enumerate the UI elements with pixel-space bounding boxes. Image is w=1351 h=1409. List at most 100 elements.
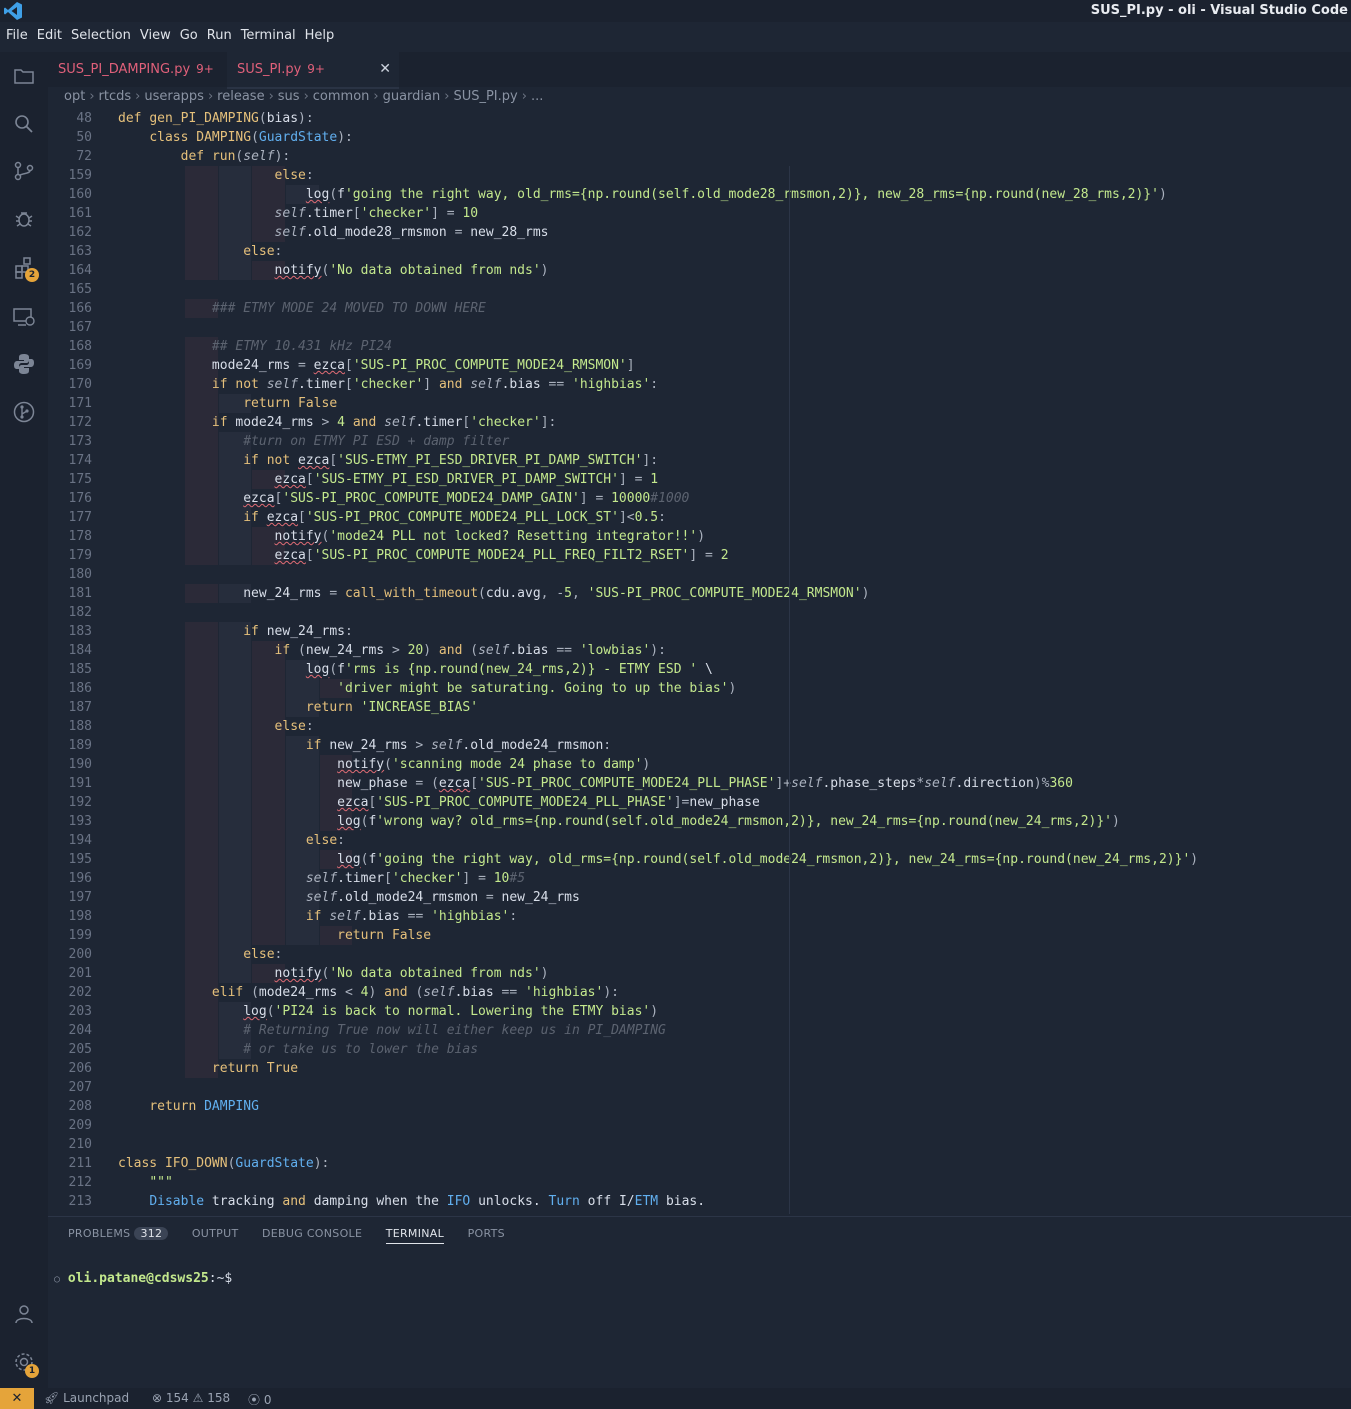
code-line[interactable]: 165 bbox=[48, 280, 1351, 299]
code-line[interactable]: 180 bbox=[48, 565, 1351, 584]
code-line[interactable]: 174 if not ezca['SUS-ETMY_PI_ESD_DRIVER_… bbox=[48, 451, 1351, 470]
code-line[interactable]: 195 log(f'going the right way, old_rms={… bbox=[48, 850, 1351, 869]
code-line[interactable]: 206 return True bbox=[48, 1059, 1351, 1078]
code-line[interactable]: 162 self.old_mode28_rmsmon = new_28_rms bbox=[48, 223, 1351, 242]
tab-output[interactable]: OUTPUT bbox=[192, 1227, 239, 1240]
code-line[interactable]: 186 'driver might be saturating. Going t… bbox=[48, 679, 1351, 698]
code-line[interactable]: 205 # or take us to lower the bias bbox=[48, 1040, 1351, 1059]
tab-debug-console[interactable]: DEBUG CONSOLE bbox=[262, 1227, 362, 1240]
code-line[interactable]: 204 # Returning True now will either kee… bbox=[48, 1021, 1351, 1040]
code-line[interactable]: 182 bbox=[48, 603, 1351, 622]
breadcrumb-item[interactable]: common bbox=[313, 89, 370, 104]
code-line[interactable]: 190 notify('scanning mode 24 phase to da… bbox=[48, 755, 1351, 774]
tab-problems[interactable]: PROBLEMS 312 bbox=[68, 1227, 169, 1240]
code-line[interactable]: 189 if new_24_rms > self.old_mode24_rmsm… bbox=[48, 736, 1351, 755]
code-line[interactable]: 159 else: bbox=[48, 166, 1351, 185]
code-line[interactable]: 210 bbox=[48, 1135, 1351, 1154]
source-control-icon[interactable] bbox=[12, 159, 36, 183]
code-line[interactable]: 199 return False bbox=[48, 926, 1351, 945]
menu-go[interactable]: Go bbox=[180, 28, 198, 43]
manage-gear-icon[interactable]: 1 bbox=[12, 1350, 39, 1378]
code-line[interactable]: 183 if new_24_rms: bbox=[48, 622, 1351, 641]
tab-terminal[interactable]: TERMINAL bbox=[385, 1227, 445, 1244]
accounts-icon[interactable] bbox=[12, 1302, 36, 1326]
menu-run[interactable]: Run bbox=[207, 28, 232, 43]
code-line[interactable]: 166 ### ETMY MODE 24 MOVED TO DOWN HERE bbox=[48, 299, 1351, 318]
code-line[interactable]: 203 log('PI24 is back to normal. Lowerin… bbox=[48, 1002, 1351, 1021]
code-line[interactable]: 175 ezca['SUS-ETMY_PI_ESD_DRIVER_PI_DAMP… bbox=[48, 470, 1351, 489]
code-line[interactable]: 176 ezca['SUS-PI_PROC_COMPUTE_MODE24_DAM… bbox=[48, 489, 1351, 508]
code-line[interactable]: 185 log(f'rms is {np.round(new_24_rms,2)… bbox=[48, 660, 1351, 679]
code-line[interactable]: 196 self.timer['checker'] = 10#5 bbox=[48, 869, 1351, 888]
code-line[interactable]: 191 new_phase = (ezca['SUS-PI_PROC_COMPU… bbox=[48, 774, 1351, 793]
code-line[interactable]: 211 class IFO_DOWN(GuardState): bbox=[48, 1154, 1351, 1173]
code-line[interactable]: 188 else: bbox=[48, 717, 1351, 736]
code-line[interactable]: 169 mode24_rms = ezca['SUS-PI_PROC_COMPU… bbox=[48, 356, 1351, 375]
code-line[interactable]: 161 self.timer['checker'] = 10 bbox=[48, 204, 1351, 223]
code-line[interactable]: 209 bbox=[48, 1116, 1351, 1135]
code-line[interactable]: 201 notify('No data obtained from nds') bbox=[48, 964, 1351, 983]
menu-view[interactable]: View bbox=[140, 28, 171, 43]
code-line[interactable]: 212 """ bbox=[48, 1173, 1351, 1192]
breadcrumb-item[interactable]: ... bbox=[531, 89, 543, 104]
code-line[interactable]: 172 if mode24_rms > 4 and self.timer['ch… bbox=[48, 413, 1351, 432]
tab-sus-pi[interactable]: SUS_PI.py 9+ ✕ bbox=[227, 52, 399, 89]
code-line[interactable]: 202 elif (mode24_rms < 4) and (self.bias… bbox=[48, 983, 1351, 1002]
code-line[interactable]: 168 ## ETMY 10.431 kHz PI24 bbox=[48, 337, 1351, 356]
breadcrumb-item[interactable]: opt bbox=[64, 89, 85, 104]
terminal-output[interactable]: ○ oli.patane@cdsws25:~$ bbox=[54, 1271, 232, 1286]
problems-status[interactable]: ⊗ 154 ⚠ 158 bbox=[152, 1391, 230, 1405]
breadcrumb-item[interactable]: guardian bbox=[383, 89, 441, 104]
code-line[interactable]: 207 bbox=[48, 1078, 1351, 1097]
menu-help[interactable]: Help bbox=[305, 28, 335, 43]
code-line[interactable]: 193 log(f'wrong way? old_rms={np.round(s… bbox=[48, 812, 1351, 831]
code-line[interactable]: 48 def gen_PI_DAMPING(bias): bbox=[48, 109, 1351, 128]
code-line[interactable]: 192 ezca['SUS-PI_PROC_COMPUTE_MODE24_PLL… bbox=[48, 793, 1351, 812]
run-debug-icon[interactable] bbox=[12, 207, 36, 231]
code-line[interactable]: 177 if ezca['SUS-PI_PROC_COMPUTE_MODE24_… bbox=[48, 508, 1351, 527]
code-line[interactable]: 167 bbox=[48, 318, 1351, 337]
code-line[interactable]: 163 else: bbox=[48, 242, 1351, 261]
menu-selection[interactable]: Selection bbox=[71, 28, 131, 43]
code-line[interactable]: 164 notify('No data obtained from nds') bbox=[48, 261, 1351, 280]
code-line[interactable]: 179 ezca['SUS-PI_PROC_COMPUTE_MODE24_PLL… bbox=[48, 546, 1351, 565]
remote-icon[interactable]: ✕ bbox=[0, 1388, 34, 1409]
breadcrumb-item[interactable]: SUS_PI.py bbox=[453, 89, 517, 104]
extensions-icon[interactable]: 2 bbox=[12, 256, 39, 282]
code-line[interactable]: 208 return DAMPING bbox=[48, 1097, 1351, 1116]
git-graph-icon[interactable] bbox=[12, 400, 36, 424]
breadcrumb-item[interactable]: release bbox=[217, 89, 264, 104]
code-line[interactable]: 170 if not self.timer['checker'] and sel… bbox=[48, 375, 1351, 394]
code-line[interactable]: 213 Disable tracking and damping when th… bbox=[48, 1192, 1351, 1211]
line-number: 206 bbox=[68, 1061, 92, 1076]
python-icon[interactable] bbox=[12, 352, 36, 376]
ports-status[interactable]: ⦿ 0 bbox=[248, 1391, 271, 1408]
code-line[interactable]: 181 new_24_rms = call_with_timeout(cdu.a… bbox=[48, 584, 1351, 603]
code-line[interactable]: 194 else: bbox=[48, 831, 1351, 850]
code-line[interactable]: 200 else: bbox=[48, 945, 1351, 964]
tab-sus-pi-damping[interactable]: SUS_PI_DAMPING.py 9+ bbox=[48, 52, 226, 87]
code-line[interactable]: 197 self.old_mode24_rmsmon = new_24_rms bbox=[48, 888, 1351, 907]
code-line[interactable]: 171 return False bbox=[48, 394, 1351, 413]
close-icon[interactable]: ✕ bbox=[379, 52, 391, 87]
code-line[interactable]: 50 class DAMPING(GuardState): bbox=[48, 128, 1351, 147]
code-editor[interactable]: 48 def gen_PI_DAMPING(bias): 50 class DAMP… bbox=[48, 108, 1351, 1214]
menu-terminal[interactable]: Terminal bbox=[241, 28, 296, 43]
code-line[interactable]: 184 if (new_24_rms > 20) and (self.bias … bbox=[48, 641, 1351, 660]
code-line[interactable]: 173 #turn on ETMY PI ESD + damp filter bbox=[48, 432, 1351, 451]
code-line[interactable]: 160 log(f'going the right way, old_rms={… bbox=[48, 185, 1351, 204]
launchpad-item[interactable]: 🚀︎ Launchpad bbox=[44, 1391, 129, 1405]
code-line[interactable]: 178 notify('mode24 PLL not locked? Reset… bbox=[48, 527, 1351, 546]
menu-file[interactable]: File bbox=[6, 28, 28, 43]
menu-edit[interactable]: Edit bbox=[37, 28, 62, 43]
breadcrumb-item[interactable]: sus bbox=[278, 89, 300, 104]
code-line[interactable]: 198 if self.bias == 'highbias': bbox=[48, 907, 1351, 926]
tab-ports[interactable]: PORTS bbox=[468, 1227, 505, 1240]
remote-explorer-icon[interactable] bbox=[12, 305, 36, 329]
search-icon[interactable] bbox=[12, 112, 36, 136]
code-line[interactable]: 72 def run(self): bbox=[48, 147, 1351, 166]
breadcrumb-item[interactable]: userapps bbox=[144, 89, 204, 104]
explorer-icon[interactable] bbox=[12, 64, 36, 88]
code-line[interactable]: 187 return 'INCREASE_BIAS' bbox=[48, 698, 1351, 717]
breadcrumb-item[interactable]: rtcds bbox=[99, 89, 132, 104]
